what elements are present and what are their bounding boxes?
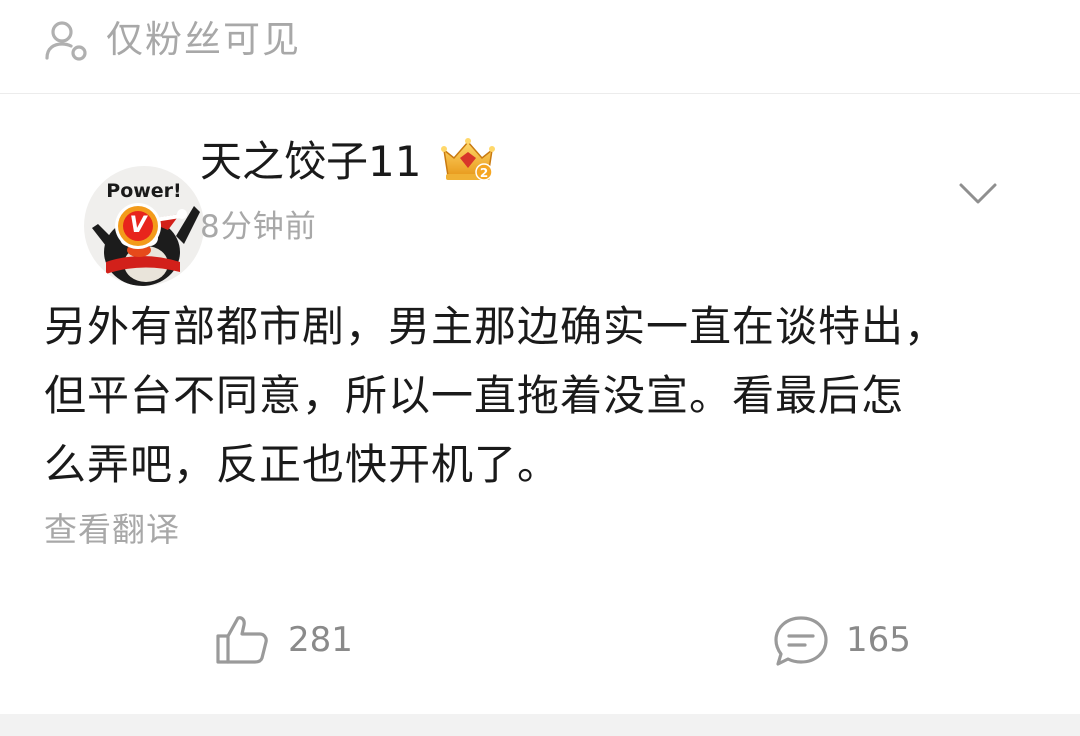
comment-count: 165	[846, 620, 911, 660]
visibility-label: 仅粉丝可见	[106, 18, 301, 61]
avatar[interactable]: Power! V	[42, 130, 204, 286]
divider	[0, 714, 1080, 736]
chevron-down-icon[interactable]	[958, 180, 998, 208]
author-name[interactable]: 天之饺子11	[200, 134, 421, 190]
crown-badge-icon[interactable]: 2	[440, 136, 496, 184]
visibility-bar: 仅粉丝可见	[0, 0, 1080, 94]
crown-level: 2	[480, 166, 488, 180]
post-timestamp: 8分钟前	[200, 209, 317, 245]
post-content: 另外有部都市剧，男主那边确实一直在谈特出， 但平台不同意，所以一直拖着没宣。看最…	[44, 302, 948, 489]
comment-icon	[774, 616, 828, 666]
like-count: 281	[288, 620, 353, 660]
avatar-caption: Power!	[106, 180, 182, 202]
translate-link[interactable]: 查看翻译	[44, 508, 180, 552]
thumbs-up-icon	[216, 616, 268, 664]
post-card: Power! V 天之饺子11 2 8分钟前 另外有部都市剧，男主那边确实一直在…	[0, 94, 1080, 714]
person-icon	[45, 21, 87, 61]
verified-badge-icon: V	[118, 206, 158, 246]
